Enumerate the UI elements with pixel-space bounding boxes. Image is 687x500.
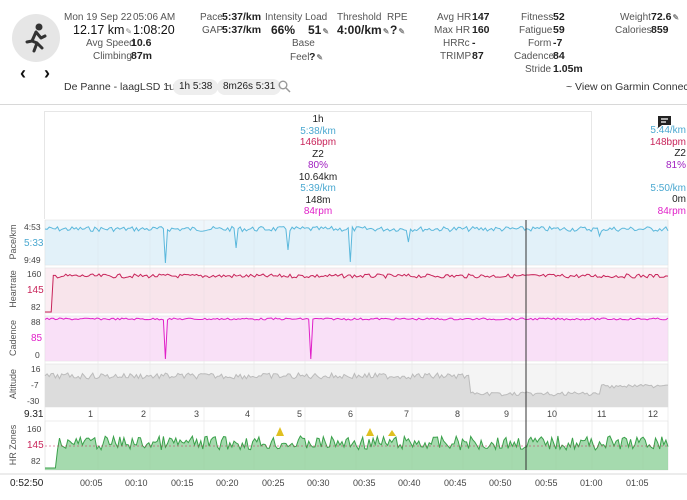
lap-label[interactable]: 12 <box>648 409 658 419</box>
lap-label[interactable]: 5 <box>297 409 302 419</box>
cadence-trace-area <box>45 318 668 361</box>
lap-label[interactable]: 10 <box>547 409 557 419</box>
lap-label[interactable]: 3 <box>194 409 199 419</box>
time-tick: 00:50 <box>489 478 512 488</box>
hr-trace-area <box>45 274 668 313</box>
lap-label[interactable]: 9 <box>504 409 509 419</box>
time-tick: 01:00 <box>580 478 603 488</box>
lap-label[interactable]: 2 <box>141 409 146 419</box>
lap-label[interactable]: 7 <box>404 409 409 419</box>
time-tick: 00:35 <box>353 478 376 488</box>
time-tick: 01:05 <box>626 478 649 488</box>
time-tick: 00:40 <box>398 478 421 488</box>
time-tick: 00:25 <box>262 478 285 488</box>
time-tick: 00:20 <box>216 478 239 488</box>
lap-label[interactable]: 4 <box>245 409 250 419</box>
time-tick: 00:55 <box>535 478 558 488</box>
pace-trace-area <box>45 226 668 265</box>
time-tick: 00:30 <box>307 478 330 488</box>
charts-svg[interactable] <box>0 0 687 500</box>
lap-label[interactable]: 6 <box>348 409 353 419</box>
lap-label[interactable]: 1 <box>88 409 93 419</box>
time-tick: 00:05 <box>80 478 103 488</box>
time-tick: 00:15 <box>171 478 194 488</box>
lap-label[interactable]: 11 <box>597 409 606 419</box>
time-tick: 00:45 <box>444 478 467 488</box>
time-tick-start: 0:52:50 <box>10 478 44 489</box>
lap-label[interactable]: 8 <box>455 409 460 419</box>
time-tick: 00:10 <box>125 478 148 488</box>
